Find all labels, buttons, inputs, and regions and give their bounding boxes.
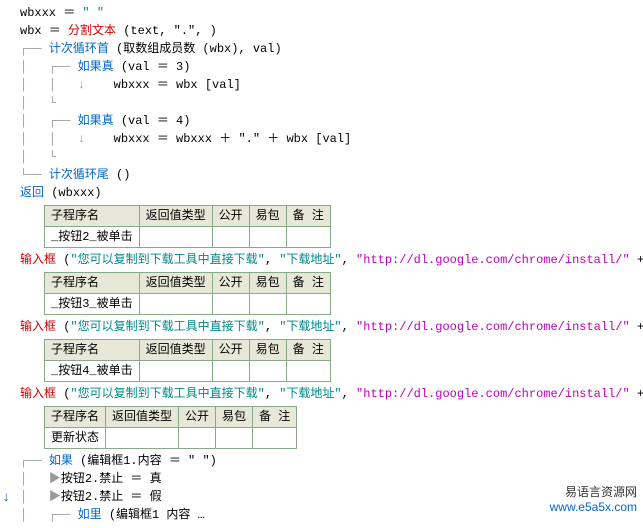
subroutine-table: 子程序名返回值类型公开易包备 注 更新状态 [44, 406, 297, 449]
col-name: 子程序名 [45, 206, 140, 227]
table-row[interactable]: _按钮4_被单击 [45, 361, 331, 382]
code-line: └── 计次循环尾 () [20, 166, 639, 184]
code-line: │ ┌── 如果真 (val ＝ 4) [20, 112, 639, 130]
code-line: │ ▶按钮2.禁止 ＝ 真 [20, 470, 639, 488]
subroutine-table: 子程序名返回值类型公开易包备 注 _按钮3_被单击 [44, 272, 331, 315]
col-rettype: 返回值类型 [139, 206, 212, 227]
col-public: 公开 [212, 206, 249, 227]
gutter-arrow-icon: ↓ [2, 490, 10, 506]
code-line: wbx ＝ 分割文本 (text, ".", ) [20, 22, 639, 40]
col-pkg: 易包 [249, 206, 286, 227]
code-line: wbxxx ＝ " " [20, 4, 639, 22]
code-editor[interactable]: wbxxx ＝ " " wbx ＝ 分割文本 (text, ".", ) ┌──… [0, 0, 643, 528]
code-line: │ │ ↓ wbxxx ＝ wbx [val] [20, 76, 639, 94]
code-line: ┌── 如果 (编辑框1.内容 ＝ " ") [20, 452, 639, 470]
watermark-url: www.e5a5x.com [550, 500, 637, 514]
code-line: │ ┌── 如果真 (val ＝ 3) [20, 58, 639, 76]
code-line: │ └ [20, 94, 639, 112]
col-note: 备 注 [286, 206, 330, 227]
code-line: │ │ ↓ wbxxx ＝ wbxxx ＋ "." ＋ wbx [val] [20, 130, 639, 148]
code-line: │ ┌── 如里 (编辑框1 内容 … [20, 506, 639, 524]
table-row[interactable]: _按钮2_被单击 [45, 227, 331, 248]
code-line: 输入框 ("您可以复制到下载工具中直接下载", "下载地址", "http://… [20, 251, 639, 269]
code-line: 输入框 ("您可以复制到下载工具中直接下载", "下载地址", "http://… [20, 318, 639, 336]
subroutine-table: 子程序名返回值类型公开易包备 注 _按钮4_被单击 [44, 339, 331, 382]
table-row[interactable]: 更新状态 [45, 428, 297, 449]
table-row[interactable]: _按钮3_被单击 [45, 294, 331, 315]
code-line: │ └ [20, 148, 639, 166]
code-line: 输入框 ("您可以复制到下载工具中直接下载", "下载地址", "http://… [20, 385, 639, 403]
code-line: │ ▶按钮2.禁止 ＝ 假 [20, 488, 639, 506]
code-line: ┌── 计次循环首 (取数组成员数 (wbx), val) [20, 40, 639, 58]
subroutine-table: 子程序名返回值类型公开易包备 注 _按钮2_被单击 [44, 205, 331, 248]
watermark: 易语言资源网 www.e5a5x.com [550, 483, 637, 514]
code-line: 返回 (wbxxx) [20, 184, 639, 202]
var: wbxxx [20, 6, 56, 20]
watermark-text: 易语言资源网 [565, 485, 637, 499]
